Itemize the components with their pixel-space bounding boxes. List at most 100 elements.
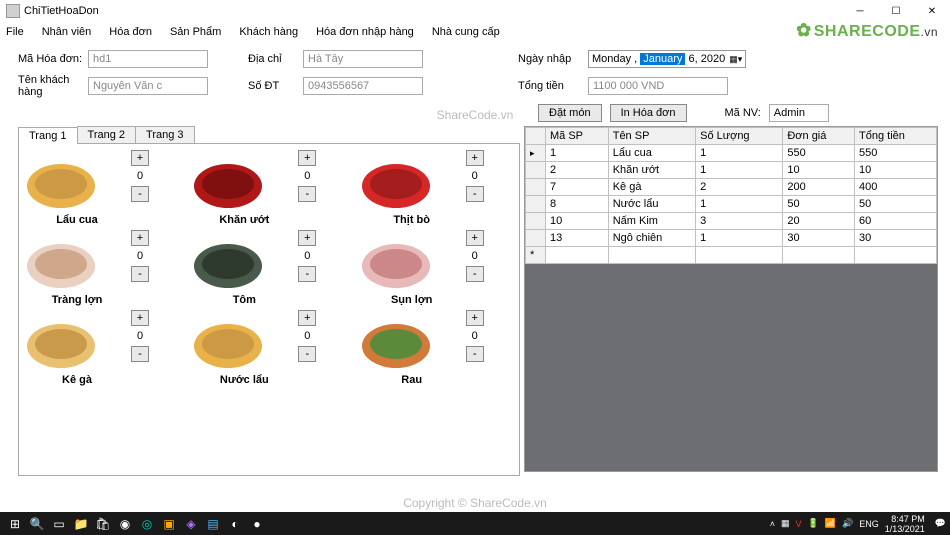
qty-value: 0 [298, 248, 316, 264]
explorer-icon[interactable]: 📁 [70, 513, 92, 535]
grid-header[interactable]: Số Lượng [696, 128, 783, 145]
row-header[interactable] [526, 230, 546, 247]
watermark-logo: ✿SHARECODE.vn [796, 20, 938, 41]
app2-icon[interactable]: ● [246, 513, 268, 535]
window-title: ChiTietHoaDon [24, 5, 99, 17]
qty-value: 0 [131, 168, 149, 184]
tray-wifi-icon[interactable]: 📶 [825, 518, 836, 529]
edge-icon[interactable]: ◎ [136, 513, 158, 535]
tab-trang2[interactable]: Trang 2 [77, 126, 137, 143]
food-image[interactable] [188, 150, 268, 212]
order-grid[interactable]: Mã SPTên SPSố LượngĐơn giáTổng tiền 1Lẩu… [524, 126, 938, 472]
qty-plus-button[interactable]: + [131, 310, 149, 326]
qty-minus-button[interactable]: - [466, 266, 484, 282]
table-row[interactable]: 1Lẩu cua1550550 [526, 145, 937, 162]
store-icon[interactable]: 🛍 [92, 513, 114, 535]
tab-trang3[interactable]: Trang 3 [135, 126, 195, 143]
input-manv[interactable] [769, 104, 829, 122]
menu-sanpham[interactable]: Sản Phẩm [170, 26, 221, 38]
maximize-button[interactable]: ☐ [878, 0, 914, 22]
food-image[interactable] [356, 310, 436, 372]
tray-notif-icon[interactable]: 💬 [935, 518, 946, 529]
qty-minus-button[interactable]: - [466, 346, 484, 362]
qty-minus-button[interactable]: - [131, 266, 149, 282]
qty-minus-button[interactable]: - [298, 266, 316, 282]
tray-up-icon[interactable]: ˄ [770, 519, 775, 529]
tray-lang[interactable]: ENG [859, 519, 879, 529]
row-header[interactable] [526, 145, 546, 162]
table-row[interactable]: 8Nước lẩu15050 [526, 196, 937, 213]
menu-hoadonnhap[interactable]: Hóa đơn nhập hàng [316, 26, 414, 38]
grid-header[interactable]: Tổng tiền [855, 128, 937, 145]
table-row[interactable]: 2Khăn ướt11010 [526, 162, 937, 179]
qty-minus-button[interactable]: - [131, 346, 149, 362]
qty-minus-button[interactable]: - [466, 186, 484, 202]
chrome-icon[interactable]: ◉ [114, 513, 136, 535]
input-mahoadon[interactable] [88, 50, 208, 68]
grid-header[interactable]: Đơn giá [783, 128, 855, 145]
food-name-label: Nước lẩu [188, 374, 348, 386]
sql-icon[interactable]: ▤ [202, 513, 224, 535]
taskview-icon[interactable]: ▭ [48, 513, 70, 535]
food-image[interactable] [188, 310, 268, 372]
food-image[interactable] [188, 230, 268, 292]
qty-plus-button[interactable]: + [298, 150, 316, 166]
inhoadon-button[interactable]: In Hóa đơn [610, 104, 687, 122]
vs-icon[interactable]: ◈ [180, 513, 202, 535]
food-image[interactable] [21, 310, 101, 372]
input-tenkh[interactable] [88, 77, 208, 95]
food-image[interactable] [21, 230, 101, 292]
word-icon[interactable]: ▣ [158, 513, 180, 535]
food-name-label: Rau [356, 374, 516, 386]
qty-plus-button[interactable]: + [466, 150, 484, 166]
date-picker[interactable]: Monday, January 6, 2020 ▦▾ [588, 50, 746, 68]
tray-v-icon[interactable]: V [796, 519, 802, 529]
qty-plus-button[interactable]: + [466, 310, 484, 326]
start-icon[interactable]: ⊞ [4, 513, 26, 535]
menu-ncc[interactable]: Nhà cung cấp [432, 26, 500, 38]
qty-plus-button[interactable]: + [131, 150, 149, 166]
qty-plus-button[interactable]: + [131, 230, 149, 246]
app-icon-task[interactable]: ◐ [224, 513, 246, 535]
tray-volume-icon[interactable]: 🔊 [842, 518, 853, 529]
qty-value: 0 [298, 168, 316, 184]
row-header[interactable] [526, 179, 546, 196]
grid-header[interactable]: Tên SP [608, 128, 695, 145]
input-diachi[interactable] [303, 50, 423, 68]
close-button[interactable]: ✕ [914, 0, 950, 22]
input-sodt[interactable] [303, 77, 423, 95]
food-image[interactable] [356, 150, 436, 212]
row-header[interactable] [526, 162, 546, 179]
row-header[interactable] [526, 196, 546, 213]
qty-plus-button[interactable]: + [298, 230, 316, 246]
tray-defender-icon[interactable]: ▦ [781, 518, 790, 529]
gear-icon: ✿ [796, 20, 812, 41]
table-row[interactable]: 7Kê gà2200400 [526, 179, 937, 196]
watermark-center: ShareCode.vn [437, 108, 514, 122]
menu-file[interactable]: File [6, 26, 24, 38]
table-row[interactable]: 10Nấm Kim32060 [526, 213, 937, 230]
qty-minus-button[interactable]: - [298, 346, 316, 362]
qty-plus-button[interactable]: + [466, 230, 484, 246]
new-row-header[interactable]: * [526, 247, 546, 264]
tray-clock[interactable]: 8:47 PM 1/13/2021 [885, 514, 925, 534]
qty-plus-button[interactable]: + [298, 310, 316, 326]
food-item: + 0 - Tôm [188, 230, 348, 306]
menu-khachhang[interactable]: Khách hàng [239, 26, 298, 38]
food-image[interactable] [356, 230, 436, 292]
minimize-button[interactable]: ─ [842, 0, 878, 22]
grid-header[interactable]: Mã SP [546, 128, 609, 145]
table-row[interactable]: 13Ngô chiên13030 [526, 230, 937, 247]
input-tongtien[interactable] [588, 77, 728, 95]
food-image[interactable] [21, 150, 101, 212]
menu-nhanvien[interactable]: Nhân viên [42, 26, 92, 38]
tab-trang1[interactable]: Trang 1 [18, 127, 78, 144]
menu-hoadon[interactable]: Hóa đơn [109, 26, 152, 38]
datmon-button[interactable]: Đặt món [538, 104, 602, 122]
qty-minus-button[interactable]: - [131, 186, 149, 202]
search-icon[interactable]: 🔍 [26, 513, 48, 535]
titlebar: ChiTietHoaDon ─ ☐ ✕ [0, 0, 950, 22]
qty-minus-button[interactable]: - [298, 186, 316, 202]
tray-battery-icon[interactable]: 🔋 [808, 518, 819, 529]
row-header[interactable] [526, 213, 546, 230]
